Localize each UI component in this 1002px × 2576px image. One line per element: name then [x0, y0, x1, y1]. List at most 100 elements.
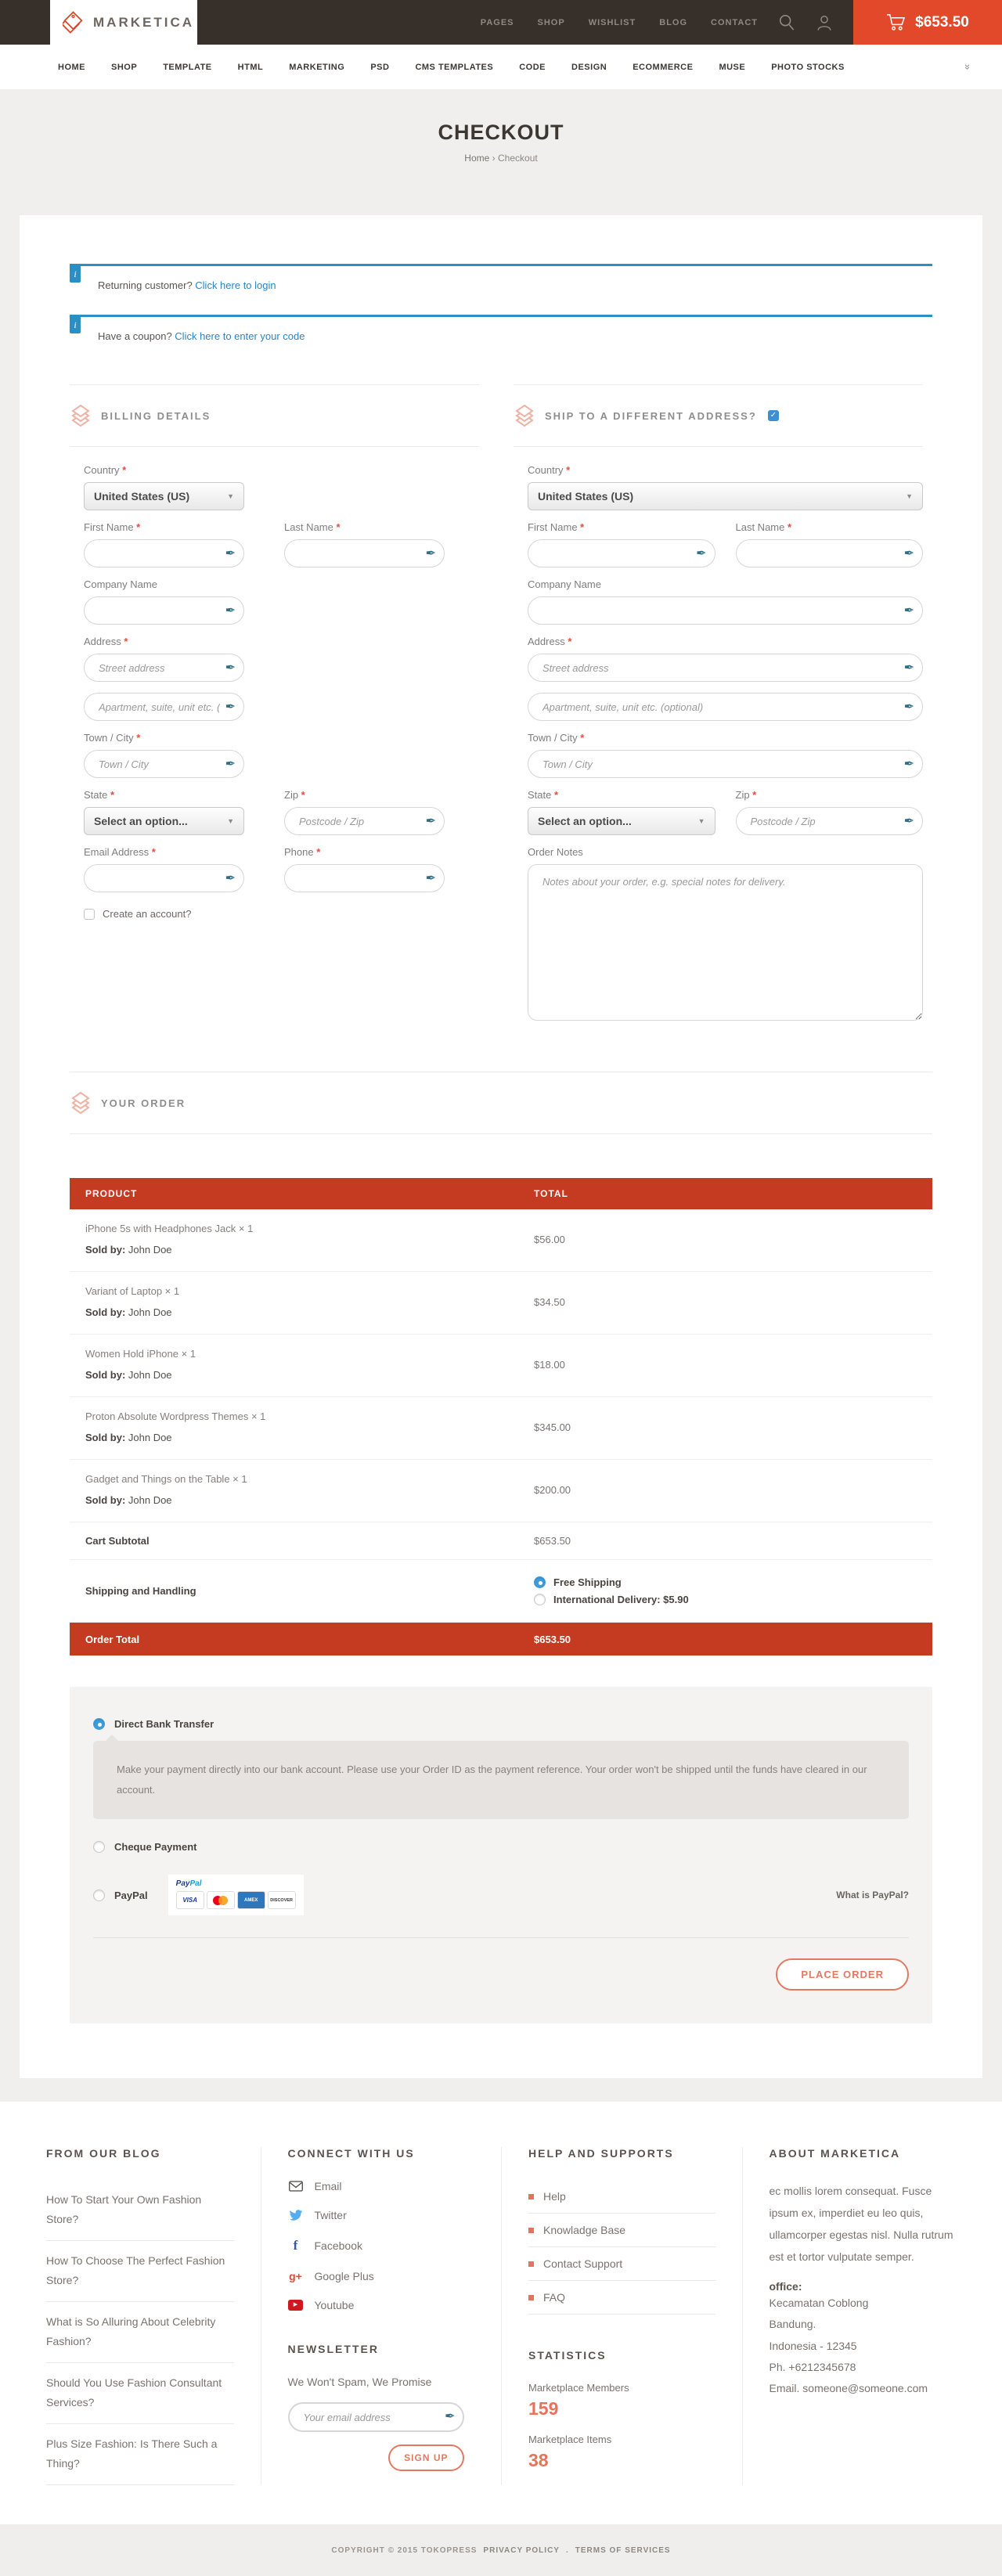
category-link-marketing[interactable]: MARKETING: [289, 63, 344, 72]
blog-post-link[interactable]: Should You Use Fashion Consultant Servic…: [46, 2363, 234, 2424]
chevron-down-icon: ▼: [227, 492, 234, 500]
product-total: $34.50: [518, 1296, 932, 1308]
country-select[interactable]: United States (US)▼: [84, 482, 244, 510]
last-name-input[interactable]: [284, 539, 445, 567]
social-link-google-plus[interactable]: g+Google Plus: [288, 2270, 475, 2282]
blog-post-link[interactable]: How To Choose The Perfect Fashion Store?: [46, 2241, 234, 2302]
top-nav-link-blog[interactable]: BLOG: [659, 18, 687, 27]
order-total-row: Order Total $653.50: [70, 1623, 932, 1655]
category-link-ecommerce[interactable]: ECOMMERCE: [633, 63, 693, 72]
terms-link[interactable]: TERMS OF SERVICES: [575, 2546, 671, 2555]
address-line: Email. someone@someone.com: [770, 2378, 957, 2399]
payment-method-direct-bank-transfer[interactable]: Direct Bank Transfer: [93, 1718, 909, 1730]
social-link-facebook[interactable]: fFacebook: [288, 2238, 475, 2254]
apartment-suite-unit-etc-optional-input[interactable]: [84, 693, 244, 721]
help-link-knowladge-base[interactable]: Knowladge Base: [528, 2214, 715, 2247]
cart-button[interactable]: $653.50: [853, 0, 1002, 45]
category-link-template[interactable]: TEMPLATE: [163, 63, 211, 72]
radio-icon[interactable]: [534, 1594, 546, 1605]
company-name-input[interactable]: [84, 596, 244, 625]
select-value: Select an option...: [94, 815, 188, 827]
required-asterisk: *: [336, 521, 340, 533]
address-line: Ph. +6212345678: [770, 2357, 957, 2378]
user-icon[interactable]: [816, 0, 833, 45]
newsletter-email-input[interactable]: [288, 2402, 464, 2432]
shipping-option-free-shipping[interactable]: Free Shipping: [534, 1576, 932, 1588]
category-link-code[interactable]: CODE: [519, 63, 546, 72]
logo[interactable]: MARKETICA: [50, 0, 197, 45]
copyright-text: COPYRIGHT © 2015 TOKOPRESS: [331, 2546, 477, 2555]
category-link-psd[interactable]: PSD: [370, 63, 389, 72]
double-chevron-icon[interactable]: »: [962, 64, 974, 70]
top-nav-link-contact[interactable]: CONTACT: [711, 18, 758, 27]
social-link-twitter[interactable]: Twitter: [288, 2209, 475, 2221]
footer-help-column: HELP AND SUPPORTS HelpKnowladge BaseCont…: [501, 2147, 742, 2485]
statistics-heading: STATISTICS: [528, 2349, 715, 2362]
country-select[interactable]: United States (US)▼: [528, 482, 923, 510]
email-icon: [288, 2181, 304, 2192]
form-row: Country *United States (US)▼: [84, 464, 479, 520]
radio-icon[interactable]: [93, 1841, 105, 1853]
help-link-contact-support[interactable]: Contact Support: [528, 2247, 715, 2281]
address-input[interactable]: [528, 654, 923, 682]
category-link-photo-stocks[interactable]: PHOTO STOCKS: [771, 63, 845, 72]
state-select[interactable]: Select an option...▼: [84, 807, 244, 835]
apartment-suite-unit-etc-optional-input[interactable]: [528, 693, 923, 721]
town-city-input[interactable]: [84, 750, 244, 778]
field-label: State *: [84, 789, 244, 801]
social-link-email[interactable]: Email: [288, 2180, 475, 2192]
breadcrumb-home-link[interactable]: Home: [464, 153, 489, 164]
category-nav: HOME SHOP TEMPLATE HTML MARKETING PSD CMS TEMP…: [0, 45, 1002, 89]
phone-input[interactable]: [284, 864, 445, 892]
field-label: Company Name: [84, 578, 244, 590]
order-notes-textarea[interactable]: [528, 864, 923, 1021]
privacy-policy-link[interactable]: PRIVACY POLICY: [483, 2546, 560, 2555]
youtube-icon: ▶: [288, 2300, 304, 2311]
field-label: Order Notes: [528, 846, 923, 858]
help-link-help[interactable]: Help: [528, 2180, 715, 2214]
zip-input[interactable]: [736, 807, 924, 835]
radio-icon[interactable]: [534, 1576, 546, 1588]
top-nav-link-pages[interactable]: PAGES: [481, 18, 514, 27]
search-icon[interactable]: [778, 0, 795, 45]
create-account-row[interactable]: Create an account?: [70, 908, 479, 920]
category-link-shop[interactable]: SHOP: [111, 63, 137, 72]
order-item-row: Gadget and Things on the Table × 1Sold b…: [70, 1460, 932, 1522]
blog-post-link[interactable]: Plus Size Fashion: Is There Such a Thing…: [46, 2424, 234, 2485]
first-name-input[interactable]: [528, 539, 715, 567]
category-link-muse[interactable]: MUSE: [719, 63, 745, 72]
notice-link[interactable]: Click here to login: [195, 279, 276, 291]
sign-up-button[interactable]: SIGN UP: [388, 2444, 463, 2471]
twitter-icon: [288, 2210, 304, 2221]
payment-method-paypal[interactable]: PayPalPayPalVISAAMEXDISCOVERWhat is PayP…: [93, 1875, 909, 1915]
place-order-button[interactable]: PLACE ORDER: [776, 1958, 909, 1991]
create-account-checkbox[interactable]: [84, 909, 95, 920]
shipping-option-international-delivery-5-90[interactable]: International Delivery: $5.90: [534, 1594, 932, 1605]
category-link-home[interactable]: HOME: [58, 63, 85, 72]
social-link-youtube[interactable]: ▶Youtube: [288, 2299, 475, 2311]
top-nav-link-shop[interactable]: SHOP: [538, 18, 565, 27]
what-is-paypal-link[interactable]: What is PayPal?: [836, 1890, 909, 1900]
zip-input[interactable]: [284, 807, 445, 835]
company-name-input[interactable]: [528, 596, 923, 625]
blog-post-link[interactable]: How To Start Your Own Fashion Store?: [46, 2180, 234, 2241]
town-city-input[interactable]: [528, 750, 923, 778]
help-link-faq[interactable]: FAQ: [528, 2281, 715, 2315]
state-select[interactable]: Select an option...▼: [528, 807, 715, 835]
blog-post-link[interactable]: What is So Alluring About Celebrity Fash…: [46, 2302, 234, 2363]
product-name: Gadget and Things on the Table: [85, 1473, 232, 1485]
payment-method-cheque-payment[interactable]: Cheque Payment: [93, 1841, 909, 1853]
category-link-html[interactable]: HTML: [238, 63, 264, 72]
category-link-cms-templates[interactable]: CMS TEMPLATES: [415, 63, 493, 72]
radio-icon[interactable]: [93, 1718, 105, 1730]
email-address-input[interactable]: [84, 864, 244, 892]
top-nav-link-wishlist[interactable]: WISHLIST: [589, 18, 636, 27]
radio-icon[interactable]: [93, 1890, 105, 1901]
order-item-row: iPhone 5s with Headphones Jack × 1Sold b…: [70, 1209, 932, 1272]
last-name-input[interactable]: [736, 539, 924, 567]
first-name-input[interactable]: [84, 539, 244, 567]
notice-link[interactable]: Click here to enter your code: [175, 330, 305, 342]
ship-different-address-checkbox[interactable]: [768, 410, 779, 421]
category-link-design[interactable]: DESIGN: [571, 63, 607, 72]
address-input[interactable]: [84, 654, 244, 682]
